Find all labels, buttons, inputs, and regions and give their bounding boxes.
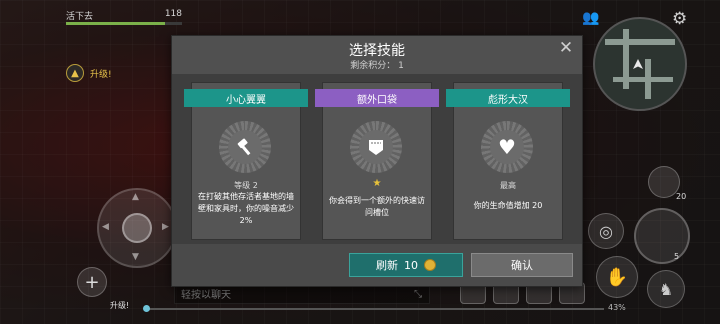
survival-track — [66, 22, 182, 25]
skill-name-ribbon: 额外口袋 — [315, 89, 439, 107]
weapon-durability: 5 — [674, 252, 680, 261]
refresh-cost: 10 — [404, 258, 418, 272]
movement-joystick[interactable]: ▲ ▼ ◀ ▶ — [97, 188, 177, 268]
pocket-svg — [369, 140, 383, 155]
skill-description: 在打破其他存活者基地的墙壁和家具时，你的噪音减少 2% — [198, 192, 294, 225]
skill-name-ribbon: 彪形大汉 — [446, 89, 570, 107]
dialog-header: 选择技能 剩余积分： 1 ✕ — [172, 36, 582, 74]
xp-marker — [143, 305, 150, 312]
survival-label: 活下去 — [66, 12, 94, 22]
heart-icon: ♥ — [481, 121, 533, 173]
minimap-road — [613, 77, 673, 82]
refresh-label: 刷新 — [376, 259, 398, 272]
hammer-icon — [219, 121, 271, 173]
sneak-icon[interactable]: ♞ — [647, 270, 685, 308]
heart-glyph: ♥ — [490, 130, 524, 164]
skill-card-careful[interactable]: 小心翼翼 等级 2 在打破其他存活者基地的墙壁和家具时，你的噪音减少 2% — [184, 82, 308, 240]
joystick-right-icon: ▶ — [162, 222, 169, 232]
dialog-footer: 刷新 10 确认 — [172, 244, 582, 286]
food-item-count: 20 — [676, 192, 687, 201]
survival-fill — [66, 22, 165, 25]
skill-level: 等级 2 — [234, 181, 258, 190]
joystick-knob[interactable] — [122, 213, 152, 243]
xp-bar: 升级! 43% — [110, 300, 630, 316]
refresh-button[interactable]: 刷新 10 — [349, 253, 463, 277]
skill-level: 最高 — [500, 181, 516, 190]
minimap-road — [605, 39, 675, 45]
close-icon[interactable]: ✕ — [557, 39, 575, 57]
levelup-label: 升级! — [90, 69, 112, 80]
survival-value: 118 — [164, 9, 182, 19]
joystick-down-icon: ▼ — [132, 252, 139, 262]
pocket-icon — [350, 121, 402, 173]
player-marker-icon — [633, 59, 643, 69]
health-plus-button[interactable]: + — [77, 267, 107, 297]
skill-name-ribbon: 小心翼翼 — [184, 89, 308, 107]
pocket-glyph — [359, 130, 393, 164]
xp-levelup-label: 升级! — [110, 301, 130, 310]
skill-cards-area: 小心翼翼 等级 2 在打破其他存活者基地的墙壁和家具时，你的噪音减少 2% 额外… — [172, 74, 582, 244]
hammer-svg — [237, 138, 251, 156]
skill-description: 你会得到一个额外的快速访问槽位 — [329, 196, 425, 217]
survival-bar: 活下去 118 — [66, 9, 182, 25]
target-icon[interactable]: ◎ — [588, 213, 624, 249]
group-icon[interactable]: 👥 — [582, 10, 602, 28]
coin-icon — [424, 259, 436, 271]
hammer-glyph — [228, 130, 262, 164]
expand-icon[interactable]: ⤡ — [414, 289, 422, 300]
skill-selection-dialog: 选择技能 剩余积分： 1 ✕ 小心翼翼 等级 2 在打破其他存活者基地的墙壁和家… — [171, 35, 583, 287]
remaining-points: 剩余积分： 1 — [350, 61, 404, 71]
star-icon: ★ — [372, 178, 382, 189]
confirm-button[interactable]: 确认 — [471, 253, 573, 277]
levelup-indicator[interactable]: ▲ 升级! — [66, 64, 112, 82]
machete-weapon-button[interactable] — [634, 208, 690, 264]
xp-percent: 43% — [608, 303, 626, 312]
xp-track — [144, 308, 604, 310]
dialog-title: 选择技能 — [349, 43, 405, 59]
gear-icon[interactable]: ⚙ — [672, 9, 692, 29]
joystick-left-icon: ◀ — [102, 222, 109, 232]
joystick-up-icon: ▲ — [132, 192, 139, 202]
arrow-up-icon: ▲ — [66, 64, 84, 82]
skill-description: 你的生命值增加 20 — [473, 201, 543, 210]
skill-card-hulk[interactable]: 彪形大汉 ♥ 最高 你的生命值增加 20 — [446, 82, 570, 240]
minimap[interactable] — [593, 17, 687, 111]
hand-interact-icon[interactable]: ✋ — [596, 256, 638, 298]
skill-card-extra-pocket[interactable]: 额外口袋 ★ 你会得到一个额外的快速访问槽位 — [315, 82, 439, 240]
